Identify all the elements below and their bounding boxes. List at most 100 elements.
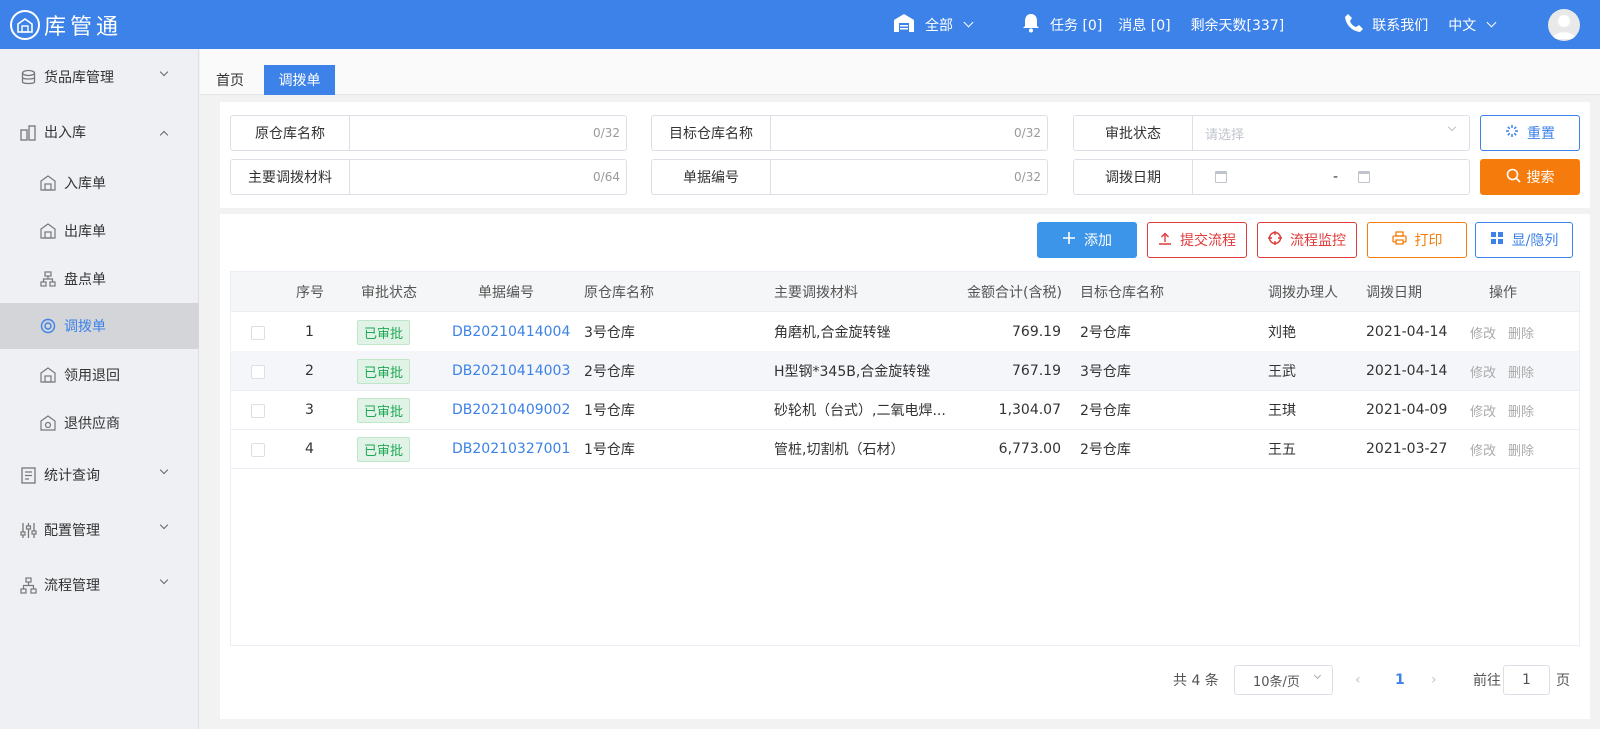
column-header[interactable]: 金额合计(含税) <box>967 272 1062 312</box>
bell-icon <box>1022 13 1040 37</box>
sidebar-subitem-supplier-return[interactable]: 退供应商 <box>0 400 199 446</box>
loading-icon <box>1505 124 1519 142</box>
sidebar-item-config[interactable]: 配置管理 <box>0 506 199 554</box>
field-label: 原仓库名称 <box>231 116 350 150</box>
target-warehouse: 2号仓库 <box>1080 403 1131 419</box>
sidebar-subitem-return[interactable]: 领用退回 <box>0 352 199 398</box>
goto-suffix: 页 <box>1556 673 1570 689</box>
edit-link[interactable]: 修改 <box>1470 351 1496 391</box>
sidebar-subitem-stocktake[interactable]: 盘点单 <box>0 256 199 302</box>
field-label: 单据编号 <box>652 160 771 194</box>
chevron-down-icon <box>159 67 169 77</box>
column-header[interactable]: 主要调拨材料 <box>774 272 858 312</box>
table-header: 序号 审批状态 单据编号 原仓库名称 主要调拨材料 金额合计(含税) 目标仓库名… <box>231 272 1579 312</box>
prev-page-button[interactable]: ‹ <box>1355 665 1361 695</box>
status-cell: 已审批 <box>357 429 411 469</box>
field-label: 目标仓库名称 <box>652 116 771 150</box>
approval-status-select[interactable]: 审批状态 请选择 <box>1073 115 1470 151</box>
add-button[interactable]: 添加 <box>1037 222 1137 258</box>
delete-link[interactable]: 删除 <box>1508 351 1534 391</box>
print-button[interactable]: 打印 <box>1367 222 1467 258</box>
edit-link[interactable]: 修改 <box>1470 312 1496 352</box>
column-header[interactable]: 原仓库名称 <box>584 272 654 312</box>
current-page[interactable]: 1 <box>1395 665 1405 695</box>
goto-prefix: 前往 <box>1473 673 1501 689</box>
goto-page-input[interactable]: 1 <box>1503 665 1550 695</box>
transfer-date: 2021-04-09 <box>1366 402 1448 418</box>
char-count: 0/32 <box>1014 170 1041 184</box>
document-link[interactable]: DB20210327001 <box>452 429 570 469</box>
search-button[interactable]: 搜索 <box>1480 159 1580 195</box>
sidebar-item-flow[interactable]: 流程管理 <box>0 561 199 609</box>
table-row[interactable]: 2 已审批 DB20210414003 2号仓库 H型钢*345B,合金旋转锉 … <box>231 351 1579 391</box>
reset-button[interactable]: 重置 <box>1480 115 1580 151</box>
edit-link[interactable]: 修改 <box>1470 390 1496 430</box>
submit-flow-label: 提交流程 <box>1180 233 1236 249</box>
delete-link[interactable]: 删除 <box>1508 429 1534 469</box>
char-count: 0/64 <box>593 170 620 184</box>
handler: 王五 <box>1268 442 1296 458</box>
source-warehouse: 1号仓库 <box>584 442 635 458</box>
messages-link[interactable]: 消息 [0] <box>1118 15 1170 35</box>
sidebar-item-stats[interactable]: 统计查询 <box>0 451 199 499</box>
sidebar-subitem-label: 盘点单 <box>64 272 106 288</box>
reset-label: 重置 <box>1527 126 1555 142</box>
column-header[interactable]: 目标仓库名称 <box>1080 272 1164 312</box>
source-warehouse: 1号仓库 <box>584 403 635 419</box>
document-link[interactable]: DB20210414004 <box>452 312 570 352</box>
material: 管桩,切割机（石材） <box>774 442 905 458</box>
sidebar-item-goods[interactable]: 货品库管理 <box>0 53 199 101</box>
delete-link[interactable]: 删除 <box>1508 390 1534 430</box>
document-link[interactable]: DB20210409002 <box>452 390 570 430</box>
transfer-date-range[interactable]: 调拨日期 - <box>1073 159 1470 195</box>
column-header[interactable]: 单据编号 <box>478 272 534 312</box>
tab-home[interactable]: 首页 <box>212 65 248 95</box>
messages-label: 消息 [0] <box>1118 17 1171 34</box>
tasks-link[interactable]: 任务 [0] <box>1022 13 1102 37</box>
toggle-columns-label: 显/隐列 <box>1511 233 1559 249</box>
edit-link[interactable]: 修改 <box>1470 429 1496 469</box>
document-number-field[interactable]: 单据编号 0/32 <box>651 159 1048 195</box>
table-row[interactable]: 4 已审批 DB20210327001 1号仓库 管桩,切割机（石材） 6,77… <box>231 429 1579 469</box>
column-header[interactable]: 调拨办理人 <box>1268 272 1338 312</box>
next-page-button[interactable]: › <box>1431 665 1437 695</box>
status-cell: 已审批 <box>357 390 411 430</box>
pagination: 共 4 条 10条/页 ‹ 1 › 前往 1 页 <box>220 665 1590 695</box>
language-selector[interactable]: 中文 <box>1448 15 1497 35</box>
scope-selector[interactable]: 全部 <box>893 13 974 37</box>
tab-transfer[interactable]: 调拨单 <box>264 65 335 95</box>
monitor-flow-button[interactable]: 流程监控 <box>1257 222 1357 258</box>
document-link[interactable]: DB20210414003 <box>452 351 570 391</box>
contact-link[interactable]: 联系我们 <box>1344 13 1428 37</box>
sidebar-subitem-transfer[interactable]: 调拨单 <box>0 303 199 349</box>
database-icon <box>20 69 37 86</box>
sidebar-subitem-label: 出库单 <box>64 224 106 240</box>
field-label: 主要调拨材料 <box>231 160 350 194</box>
report-icon <box>20 467 37 484</box>
column-header[interactable]: 序号 <box>296 272 324 312</box>
sidebar-subitem-inbound[interactable]: 入库单 <box>0 160 199 206</box>
column-header[interactable]: 审批状态 <box>361 272 417 312</box>
column-header[interactable]: 调拨日期 <box>1366 272 1422 312</box>
submit-flow-button[interactable]: 提交流程 <box>1147 222 1247 258</box>
avatar[interactable] <box>1548 9 1580 41</box>
upload-icon <box>1158 231 1172 249</box>
source-warehouse-field[interactable]: 原仓库名称 0/32 <box>230 115 627 151</box>
target-warehouse-field[interactable]: 目标仓库名称 0/32 <box>651 115 1048 151</box>
material: H型钢*345B,合金旋转锉 <box>774 364 931 380</box>
material: 角磨机,合金旋转锉 <box>774 325 891 341</box>
toggle-columns-button[interactable]: 显/隐列 <box>1475 222 1573 258</box>
page-size-select[interactable]: 10条/页 <box>1234 665 1333 695</box>
add-label: 添加 <box>1084 233 1112 249</box>
sidebar-subitem-outbound[interactable]: 出库单 <box>0 208 199 254</box>
table-row[interactable]: 3 已审批 DB20210409002 1号仓库 砂轮机（台式）,二氧电焊...… <box>231 390 1579 430</box>
sidebar-item-inout[interactable]: 出入库 <box>0 108 199 156</box>
sidebar-item-label: 流程管理 <box>44 578 100 594</box>
app-name: 库管通 <box>44 14 123 40</box>
org-chart-icon <box>40 271 56 287</box>
total-count: 共 4 条 <box>1173 673 1219 689</box>
flow-icon <box>20 577 37 594</box>
table-row[interactable]: 1 已审批 DB20210414004 3号仓库 角磨机,合金旋转锉 769.1… <box>231 312 1579 352</box>
delete-link[interactable]: 删除 <box>1508 312 1534 352</box>
material-field[interactable]: 主要调拨材料 0/64 <box>230 159 627 195</box>
